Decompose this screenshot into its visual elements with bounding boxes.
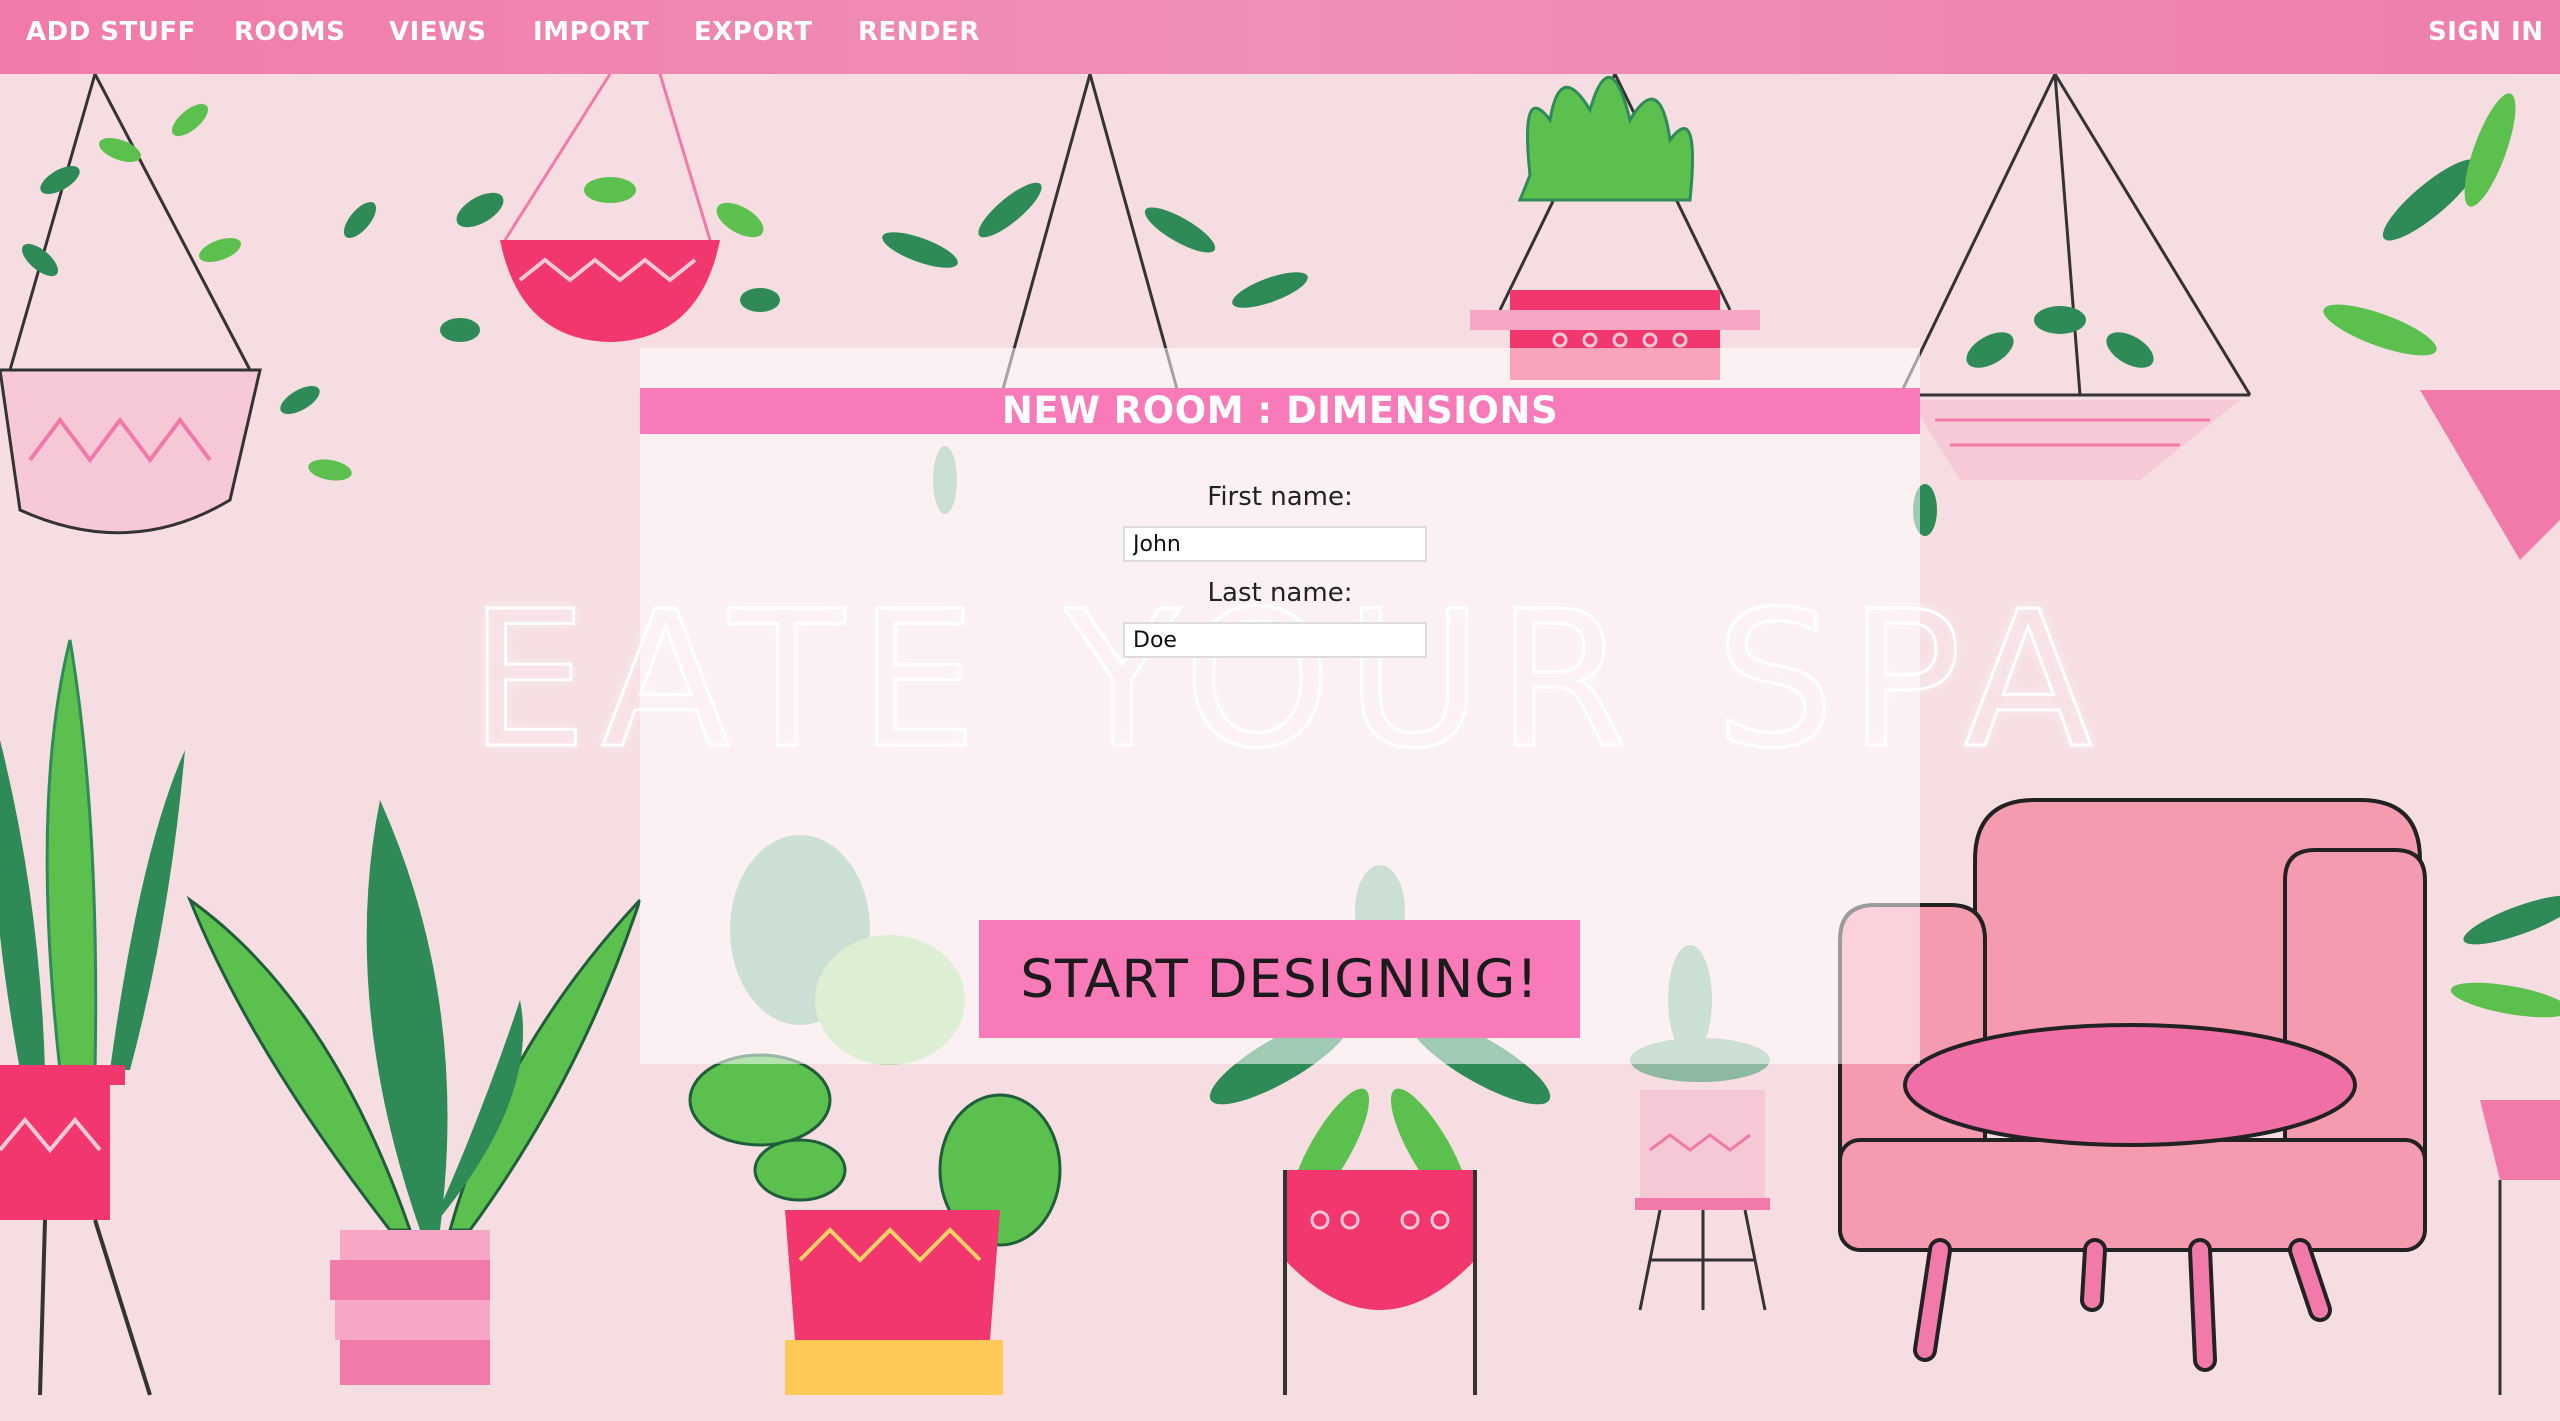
new-room-dialog: NEW ROOM : DIMENSIONS First name: Last n… [640,348,1920,1064]
nav-render[interactable]: RENDER [858,0,980,64]
hanging-plant-icon [1470,73,1760,380]
first-name-label: First name: [1207,482,1353,512]
last-name-input[interactable] [1123,622,1427,658]
dialog-title: NEW ROOM : DIMENSIONS [640,388,1920,434]
potted-plant-icon [0,639,185,1396]
nav-import[interactable]: IMPORT [533,0,649,64]
nav-export[interactable]: EXPORT [694,0,813,64]
hanging-plant-icon [0,73,377,535]
nav-views[interactable]: VIEWS [389,0,486,64]
armchair-icon [1838,798,2427,1372]
nav-rooms[interactable]: ROOMS [234,0,345,64]
hanging-plant-icon [440,73,780,342]
hanging-plant-icon [2323,93,2560,560]
first-name-input[interactable] [1123,526,1427,562]
top-nav-bar: ADD STUFF ROOMS VIEWS IMPORT EXPORT REND… [0,0,2560,74]
potted-plant-icon [186,800,642,1385]
nav-add-stuff[interactable]: ADD STUFF [26,0,196,64]
last-name-label: Last name: [1207,578,1353,608]
hanging-plant-icon [1898,73,2252,536]
start-designing-button[interactable]: START DESIGNING! [979,920,1580,1038]
potted-plant-icon [2450,895,2560,1395]
sign-in-link[interactable]: SIGN IN [2428,0,2544,64]
